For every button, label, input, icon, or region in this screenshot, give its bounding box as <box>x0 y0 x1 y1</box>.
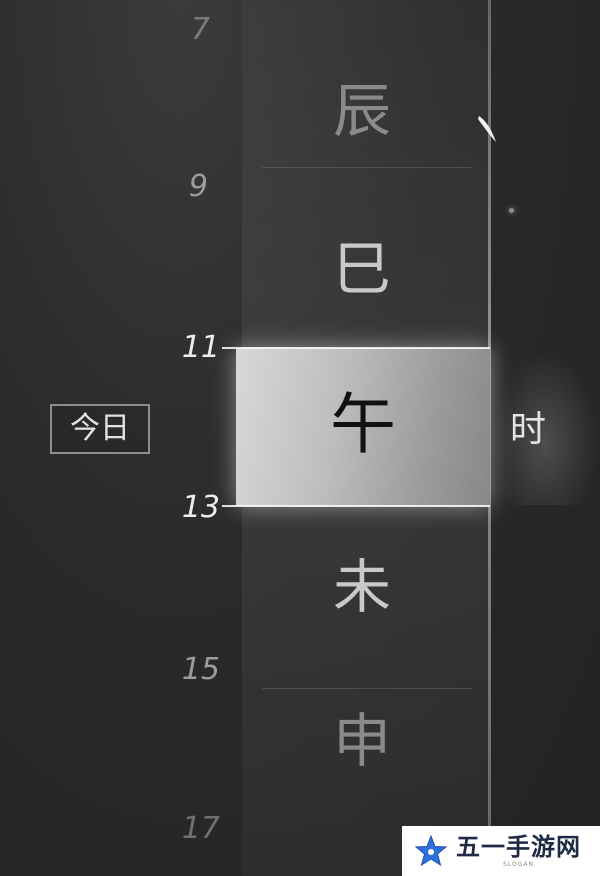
hour-label-7: 7 <box>190 12 210 47</box>
hour-label-17: 17 <box>181 811 220 846</box>
tick-line-9 <box>262 167 472 168</box>
selected-cell-bottom-edge <box>222 505 490 507</box>
tick-line-15 <box>262 688 472 689</box>
star-logo-icon <box>414 834 448 867</box>
time-picker-screen: 7 9 11 13 15 17 辰 巳 未 申 午 时 今日 五一手游网 SLO… <box>0 0 600 876</box>
branch-shen[interactable]: 申 <box>302 712 422 770</box>
branch-si[interactable]: 巳 <box>302 240 422 298</box>
watermark-slogan: SLOGAN <box>503 860 534 868</box>
hour-label-13: 13 <box>181 490 220 525</box>
watermark-text: 五一手游网 <box>456 832 581 861</box>
branch-wei[interactable]: 未 <box>302 558 422 616</box>
hour-label-11: 11 <box>181 330 220 365</box>
hour-label-15: 15 <box>181 652 220 687</box>
branch-wu-selected[interactable]: 午 <box>236 392 490 458</box>
today-button[interactable]: 今日 <box>50 404 150 454</box>
brush-stroke-icon <box>478 116 496 142</box>
selected-cell-top-edge <box>222 347 490 349</box>
branch-chen[interactable]: 辰 <box>302 82 422 140</box>
hour-label-9: 9 <box>188 169 208 204</box>
site-watermark: 五一手游网 SLOGAN <box>402 826 600 876</box>
light-speck <box>509 208 514 213</box>
hour-unit-label: 时 <box>510 409 547 450</box>
